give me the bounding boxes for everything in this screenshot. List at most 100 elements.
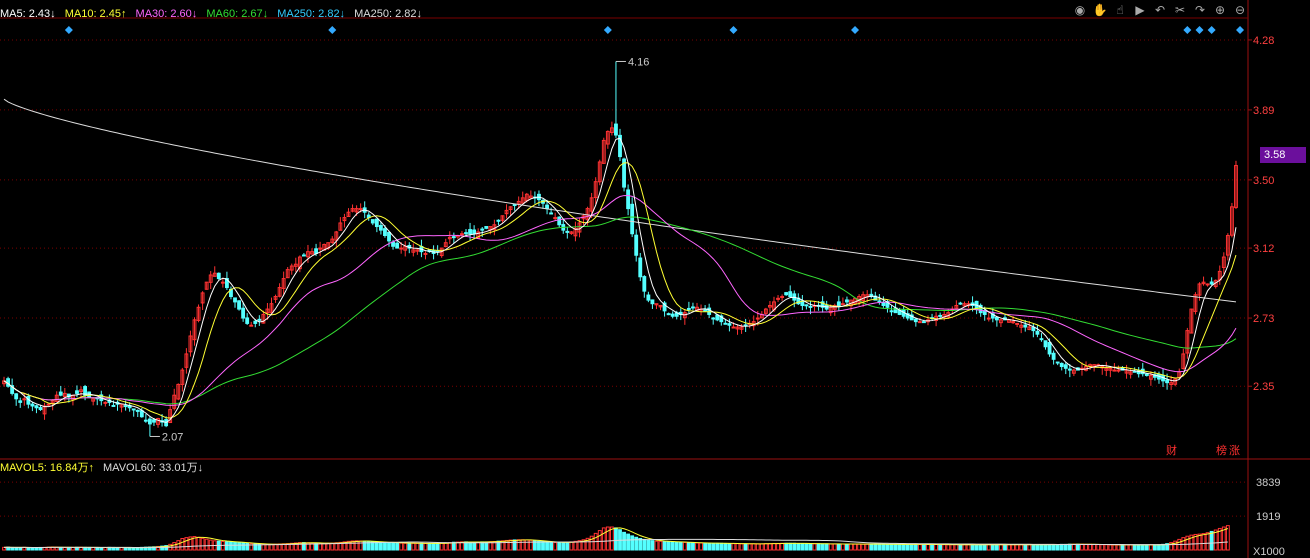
volume-bar — [626, 533, 631, 551]
volume-bar — [1023, 544, 1028, 551]
volume-bar — [877, 543, 882, 551]
volume-bar — [229, 541, 233, 551]
undo-icon[interactable]: ↶ — [1152, 2, 1168, 18]
volume-bar — [836, 543, 841, 551]
candle-body — [395, 242, 400, 249]
volume-bar — [1067, 543, 1072, 551]
volume-bar — [520, 539, 525, 551]
volume-bar — [557, 542, 562, 551]
play-icon[interactable]: ▶ — [1132, 2, 1148, 18]
volume-bar — [926, 544, 930, 551]
zoom-out-icon[interactable]: ⊖ — [1232, 2, 1248, 18]
volume-bar — [569, 541, 574, 551]
volume-bar — [630, 535, 635, 551]
redo-icon[interactable]: ↷ — [1192, 2, 1208, 18]
candle-body — [1116, 369, 1121, 372]
zoom-in-icon[interactable]: ⊕ — [1212, 2, 1228, 18]
volume-bar — [1140, 544, 1145, 551]
finance-tag[interactable]: 财 — [1166, 444, 1177, 458]
eye-icon[interactable]: ◉ — [1072, 2, 1088, 18]
volume-bar — [1019, 544, 1024, 551]
volume-bar — [1096, 544, 1101, 551]
volume-bar — [1148, 544, 1153, 551]
candle-body — [808, 305, 813, 308]
volume-bar — [14, 547, 19, 551]
candle-body — [123, 405, 128, 408]
candle-body — [1039, 338, 1044, 341]
volume-bar — [755, 543, 760, 551]
price-tick-label: 2.35 — [1253, 381, 1274, 393]
candle-body — [804, 304, 809, 307]
volume-bar — [800, 542, 805, 551]
volume-bar — [982, 544, 987, 551]
volume-bar — [62, 547, 67, 551]
candle-body — [938, 314, 943, 317]
candle-body — [557, 216, 562, 226]
candle-body — [216, 272, 221, 280]
volume-bar — [897, 543, 902, 551]
rise-tag[interactable]: 涨 — [1229, 444, 1240, 458]
candle-body — [103, 401, 108, 404]
volume-bar — [638, 538, 643, 551]
volume-bar — [1084, 543, 1088, 551]
candle-body — [889, 310, 894, 313]
hand-icon[interactable]: ✋ — [1092, 2, 1108, 18]
volume-bar — [695, 542, 699, 551]
volume-bar — [946, 544, 951, 551]
volume-bar — [966, 544, 971, 551]
volume-bar — [1144, 544, 1149, 551]
rank-tag[interactable]: 榜 — [1216, 444, 1227, 458]
candle-body — [670, 313, 675, 317]
volume-bar — [950, 544, 955, 551]
price-annotation: 2.07 — [162, 431, 183, 443]
volume-bar — [678, 541, 683, 551]
candle-body — [1055, 361, 1060, 364]
scissors-icon[interactable]: ✂ — [1172, 2, 1188, 18]
candle-body — [723, 322, 728, 325]
volume-bar — [1124, 544, 1129, 551]
volume-bar — [747, 543, 752, 551]
volume-bar — [1209, 530, 1214, 551]
candle-body — [1063, 364, 1068, 369]
volume-bar — [423, 542, 428, 551]
volume-bar — [930, 544, 934, 551]
candle-body — [1059, 362, 1064, 367]
hand-pointer-icon[interactable]: ☝ — [1112, 2, 1128, 18]
volume-bar — [885, 543, 890, 551]
volume-bar — [431, 542, 436, 551]
candle-body — [994, 316, 999, 321]
volume-bar — [196, 536, 201, 551]
volume-bar — [905, 543, 910, 551]
candle-body — [135, 409, 140, 412]
volume-bar — [180, 538, 185, 551]
volume-bar — [881, 543, 886, 551]
volume-bar — [1201, 533, 1206, 551]
volume-bar — [395, 542, 400, 551]
candle-body — [399, 247, 404, 250]
candle-body — [545, 204, 549, 210]
candle-body — [922, 321, 926, 324]
volume-bar — [759, 543, 764, 551]
volume-bar — [832, 543, 837, 551]
volume-bar — [788, 542, 793, 551]
volume-bar — [1153, 544, 1157, 551]
volume-bar — [415, 542, 420, 551]
volume-bar — [828, 543, 833, 551]
volume-bar — [889, 543, 894, 551]
volume-bar — [1027, 544, 1032, 551]
candle-body — [836, 301, 841, 306]
candle-body — [715, 314, 720, 321]
event-marker-icon — [1236, 26, 1245, 34]
volume-bar — [634, 536, 639, 551]
volume-bar — [622, 531, 626, 551]
candle-body — [845, 299, 849, 303]
candle-body — [788, 291, 793, 298]
volume-bar — [516, 539, 521, 551]
volume-bar — [427, 542, 432, 551]
candle-body — [1112, 369, 1117, 372]
volume-bar — [1015, 544, 1020, 551]
volume-bar — [990, 544, 995, 551]
volume-bar — [609, 526, 614, 551]
volume-bar — [776, 542, 780, 551]
volume-bar — [18, 547, 23, 551]
